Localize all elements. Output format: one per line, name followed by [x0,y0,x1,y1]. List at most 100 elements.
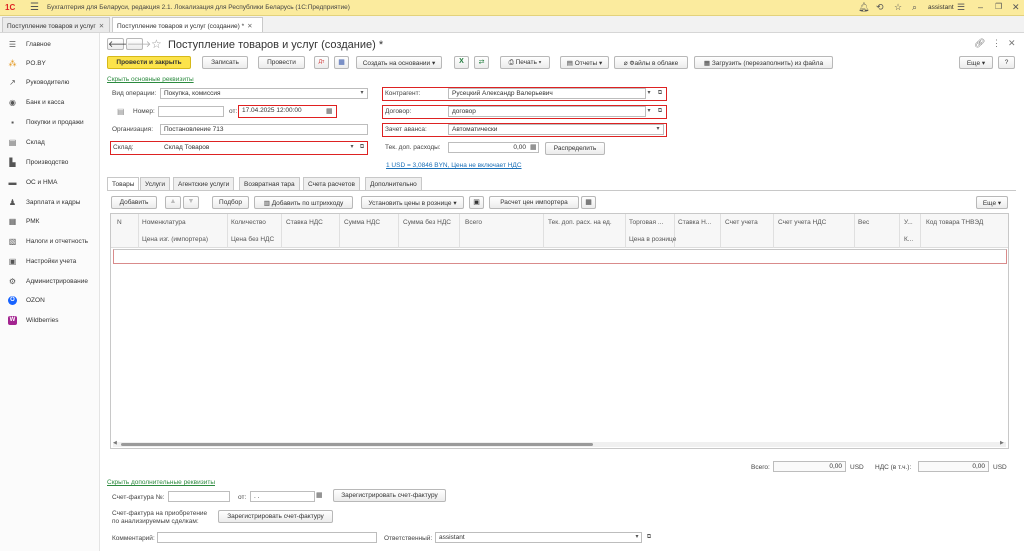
col-vat-rate[interactable]: Ставка НДС [286,219,323,226]
settings-menu-icon[interactable]: ☰ [957,2,965,13]
favorite-star-icon[interactable]: ☆ [151,37,162,51]
distribute-button[interactable]: Распределить [545,142,605,155]
user-name[interactable]: assistant [928,4,954,11]
restore-icon[interactable]: ❐ [995,2,1002,11]
sidebar-item-purchases[interactable]: ▪ Покупки и продажи [0,113,100,132]
col-amount-no-vat[interactable]: Сумма без НДС [403,219,451,226]
minimize-icon[interactable]: – [978,2,983,12]
reports-button[interactable]: ▤ Отчеты ▾ [560,56,609,69]
table-settings-icon[interactable]: ▣ [469,196,484,209]
window-tab-create[interactable]: Поступление товаров и услуг (создание) *… [112,17,263,32]
extra-costs-input[interactable]: 0,00 [448,142,539,153]
sidebar-item-admin[interactable]: ⚙ Администрирование [0,272,100,291]
sidebar-item-poby[interactable]: ⁂ PO.BY [0,54,100,73]
col-nomenclature[interactable]: Номенклатура [142,219,186,226]
col-trade-rate[interactable]: Ставка Н... [678,219,711,226]
chevron-down-icon[interactable]: ▾ [348,143,356,152]
table-more-button[interactable]: Еще ▾ [976,196,1008,209]
more-button[interactable]: Еще ▾ [959,56,993,69]
table-row[interactable] [113,249,1007,264]
col-retail-price[interactable]: Цена в рознице [629,236,676,243]
invoice-date-input[interactable]: . . [250,491,315,502]
hide-extra-details-link[interactable]: Скрыть дополнительные реквизиты [107,479,215,486]
help-button[interactable]: ? [998,56,1015,69]
sidebar-item-assets[interactable]: ▬ ОС и НМА [0,173,100,192]
dt-kt-icon[interactable]: Дт [314,56,329,69]
post-and-close-button[interactable]: Провести и закрыть [107,56,191,69]
sidebar-item-wildberries[interactable]: W Wildberries [0,311,100,330]
sidebar-item-main[interactable]: ☰ Главное [0,35,100,54]
close-icon[interactable]: ✕ [1012,2,1020,13]
link-icon[interactable]: 🔗︎ [974,38,985,49]
col-importer-price[interactable]: Цена изг. (импортера) [142,236,208,243]
open-link-icon[interactable]: ⧉ [656,89,664,98]
col-vat-account[interactable]: Счет учета НДС [778,219,826,226]
scrollbar-thumb[interactable] [121,443,593,446]
open-link-icon[interactable]: ⧉ [656,107,664,116]
contract-select[interactable]: договор [448,106,646,117]
scroll-right-icon[interactable]: ▶ [1000,440,1004,446]
excel-export-icon[interactable]: ⇄ [474,56,489,69]
post-button[interactable]: Провести [258,56,305,69]
register-invoice-button[interactable]: Зарегистрировать счет-фактуру [333,489,446,502]
importer-price-calc-button[interactable]: Расчет цен импортера [489,196,579,209]
main-menu-icon[interactable]: ☰ [30,2,39,13]
chevron-down-icon[interactable]: ▾ [633,533,641,542]
warehouse-select[interactable]: Склад Товаров [160,142,367,153]
col-tnved-code[interactable]: Код товара ТНВЭД [926,219,983,226]
col-account[interactable]: Счет учета [725,219,758,226]
tab-goods[interactable]: Товары [107,177,140,191]
col-price-no-vat[interactable]: Цена без НДС [231,236,274,243]
more-vertical-icon[interactable]: ⋮ [992,38,1001,49]
responsible-select[interactable]: assistant [435,532,642,543]
hide-main-details-link[interactable]: Скрыть основные реквизиты [107,76,194,83]
tab-additional[interactable]: Дополнительно [365,177,422,190]
sidebar-item-warehouse[interactable]: ▤ Склад [0,133,100,152]
open-link-icon[interactable]: ⧉ [645,533,653,542]
search-icon[interactable]: ⌕ [912,2,917,13]
add-row-button[interactable]: Добавить [111,196,157,209]
create-based-on-button[interactable]: Создать на основании ▾ [356,56,442,69]
chevron-down-icon[interactable]: ▾ [358,89,366,98]
sidebar-item-taxes[interactable]: ▧ Налоги и отчетность [0,232,100,251]
form-close-icon[interactable]: ✕ [1008,38,1016,49]
col-n[interactable]: N [117,219,122,226]
sidebar-item-bank[interactable]: ◉ Банк и касса [0,93,100,112]
register-analyzed-invoice-button[interactable]: Зарегистрировать счет-фактуру [218,510,333,523]
comment-input[interactable] [157,532,377,543]
scroll-left-icon[interactable]: ◀ [113,440,117,446]
col-trade[interactable]: Торговая ... [629,219,663,226]
operation-type-select[interactable]: Покупка, комиссия [160,88,368,99]
print-button[interactable]: ⎙ Печать ▾ [500,56,550,69]
back-button[interactable]: 🡐 [107,38,132,50]
number-input[interactable] [158,106,224,117]
sidebar-item-ozon[interactable]: O OZON [0,291,100,310]
tab-close-icon[interactable]: ✕ [247,23,252,30]
counterparty-select[interactable]: Русецкий Александр Валерьевич [448,88,646,99]
tab-settlement-accounts[interactable]: Счета расчетов [303,177,360,190]
tab-services[interactable]: Услуги [140,177,170,190]
advance-select[interactable]: Автоматически [448,124,664,135]
col-total[interactable]: Всего [465,219,482,226]
calendar-icon[interactable]: ▦ [326,107,333,115]
exchange-rate-link[interactable]: 1 USD = 3,0846 BYN, Цена не включает НДС [386,162,522,169]
col-weight[interactable]: Вес [858,219,869,226]
window-tab-list[interactable]: Поступление товаров и услуг ✕ [2,17,110,32]
sidebar-item-production[interactable]: ▙ Производство [0,153,100,172]
col-quantity[interactable]: Количество [231,219,266,226]
invoice-number-input[interactable] [168,491,230,502]
date-input[interactable]: 17.04.2025 12:00:00 [238,105,337,118]
chevron-down-icon[interactable]: ▾ [645,107,653,116]
chevron-down-icon[interactable]: ▾ [654,125,662,134]
structure-icon[interactable]: ▦ [334,56,349,69]
add-by-barcode-button[interactable]: ▥ Добавить по штрихкоду [254,196,353,209]
table-calendar-icon[interactable]: ▦ [581,196,596,209]
move-up-icon[interactable]: ▲ [165,196,181,209]
set-retail-prices-button[interactable]: Установить цены в рознице ▾ [361,196,464,209]
tab-agent-services[interactable]: Агентские услуги [173,177,235,190]
sidebar-item-accounting-settings[interactable]: ▣ Настройки учета [0,252,100,271]
sidebar-item-pos[interactable]: ▦ РМК [0,212,100,231]
col-vat-amount[interactable]: Сумма НДС [344,219,380,226]
calendar-icon[interactable]: ▦ [316,491,323,499]
col-u[interactable]: У... [904,219,913,226]
